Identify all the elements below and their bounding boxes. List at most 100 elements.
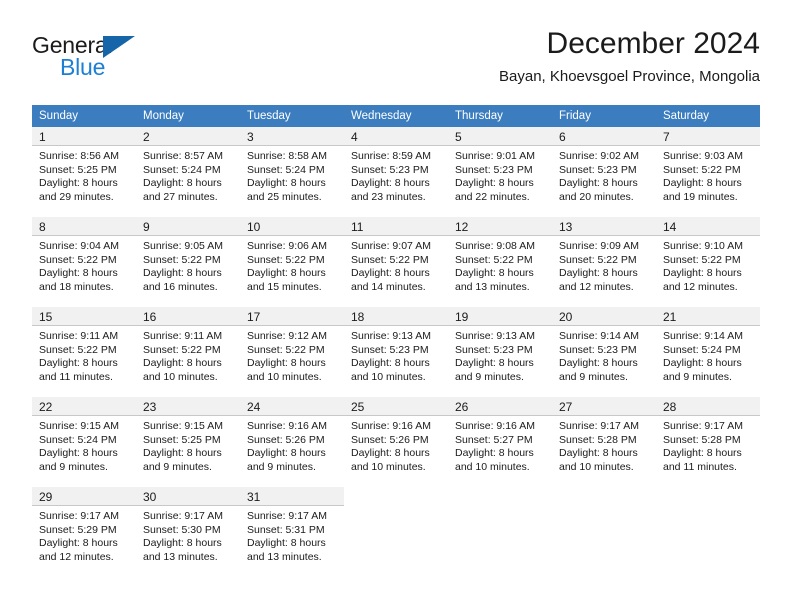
calendar-day-cell[interactable]: 23 Sunrise: 9:15 AM Sunset: 5:25 PM Dayligh…	[136, 397, 240, 487]
day-detail-line: and 16 minutes.	[143, 280, 218, 293]
day-detail-line: Sunrise: 9:17 AM	[247, 510, 327, 522]
day-detail-line: Sunrise: 9:16 AM	[455, 420, 535, 432]
day-detail-line: Sunset: 5:22 PM	[663, 163, 741, 176]
day-details: Sunrise: 9:17 AM Sunset: 5:31 PM Daylight:…	[240, 506, 344, 564]
calendar-day-cell[interactable]: 3 Sunrise: 8:58 AM Sunset: 5:24 PM Daylight…	[240, 127, 344, 217]
day-cell-inner: 13 Sunrise: 9:09 AM Sunset: 5:22 PM Dayligh…	[552, 217, 656, 307]
day-detail-line: Daylight: 8 hours	[559, 447, 638, 460]
day-detail-line: and 22 minutes.	[455, 190, 530, 203]
day-number: 11	[351, 220, 364, 234]
day-number: 15	[39, 310, 53, 324]
day-details: Sunrise: 9:09 AM Sunset: 5:22 PM Daylight:…	[552, 236, 656, 294]
day-detail-line: Daylight: 8 hours	[143, 177, 222, 190]
calendar-day-cell[interactable]: 9 Sunrise: 9:05 AM Sunset: 5:22 PM Daylight…	[136, 217, 240, 307]
day-detail-line: Daylight: 8 hours	[455, 177, 534, 190]
day-number: 28	[663, 400, 677, 414]
calendar-day-cell[interactable]: 31 Sunrise: 9:17 AM Sunset: 5:31 PM Dayligh…	[240, 487, 344, 577]
calendar-day-cell[interactable]: 10 Sunrise: 9:06 AM Sunset: 5:22 PM Dayligh…	[240, 217, 344, 307]
day-number: 1	[39, 130, 46, 144]
day-number-bar: 7	[656, 127, 760, 146]
calendar-day-cell[interactable]: 7 Sunrise: 9:03 AM Sunset: 5:22 PM Daylight…	[656, 127, 760, 217]
day-detail-line: Sunrise: 9:17 AM	[663, 420, 743, 432]
day-detail-line: Daylight: 8 hours	[663, 177, 742, 190]
day-detail-line: Daylight: 8 hours	[663, 357, 742, 370]
day-cell-inner: 29 Sunrise: 9:17 AM Sunset: 5:29 PM Dayligh…	[32, 487, 136, 577]
day-cell-inner: 7 Sunrise: 9:03 AM Sunset: 5:22 PM Daylight…	[656, 127, 760, 217]
day-details: Sunrise: 9:04 AM Sunset: 5:22 PM Daylight:…	[32, 236, 136, 294]
calendar-day-cell[interactable]: 20 Sunrise: 9:14 AM Sunset: 5:23 PM Dayligh…	[552, 307, 656, 397]
day-cell-inner	[448, 487, 552, 577]
calendar-day-cell[interactable]: 25 Sunrise: 9:16 AM Sunset: 5:26 PM Dayligh…	[344, 397, 448, 487]
day-number: 30	[143, 490, 157, 504]
day-detail-line: Sunrise: 9:05 AM	[143, 240, 223, 252]
day-detail-line: Sunset: 5:28 PM	[663, 433, 741, 446]
day-detail-line: Daylight: 8 hours	[143, 537, 222, 550]
calendar-day-cell[interactable]: 11 Sunrise: 9:07 AM Sunset: 5:22 PM Dayligh…	[344, 217, 448, 307]
day-detail-line: and 11 minutes.	[39, 370, 113, 383]
day-detail-line: Sunset: 5:24 PM	[247, 163, 325, 176]
calendar-day-cell[interactable]: 16 Sunrise: 9:11 AM Sunset: 5:22 PM Dayligh…	[136, 307, 240, 397]
day-detail-line: Sunset: 5:26 PM	[247, 433, 325, 446]
calendar-day-cell[interactable]: 17 Sunrise: 9:12 AM Sunset: 5:22 PM Dayligh…	[240, 307, 344, 397]
calendar-day-cell[interactable]: 19 Sunrise: 9:13 AM Sunset: 5:23 PM Dayligh…	[448, 307, 552, 397]
day-number-bar: 26	[448, 397, 552, 416]
day-details: Sunrise: 9:06 AM Sunset: 5:22 PM Daylight:…	[240, 236, 344, 294]
day-number-bar: 3	[240, 127, 344, 146]
calendar-day-cell[interactable]: 30 Sunrise: 9:17 AM Sunset: 5:30 PM Dayligh…	[136, 487, 240, 577]
day-detail-line: Sunrise: 9:15 AM	[143, 420, 223, 432]
day-detail-line: Sunset: 5:25 PM	[39, 163, 117, 176]
day-detail-line: Sunset: 5:22 PM	[143, 253, 221, 266]
calendar-day-cell[interactable]: 27 Sunrise: 9:17 AM Sunset: 5:28 PM Dayligh…	[552, 397, 656, 487]
day-cell-inner	[656, 487, 760, 577]
calendar-day-cell[interactable]: 28 Sunrise: 9:17 AM Sunset: 5:28 PM Dayligh…	[656, 397, 760, 487]
day-number: 24	[247, 400, 261, 414]
calendar-day-cell[interactable]: 5 Sunrise: 9:01 AM Sunset: 5:23 PM Daylight…	[448, 127, 552, 217]
day-cell-inner: 31 Sunrise: 9:17 AM Sunset: 5:31 PM Dayligh…	[240, 487, 344, 577]
calendar-day-cell[interactable]: 1 Sunrise: 8:56 AM Sunset: 5:25 PM Daylight…	[32, 127, 136, 217]
calendar-day-cell[interactable]: 13 Sunrise: 9:09 AM Sunset: 5:22 PM Dayligh…	[552, 217, 656, 307]
day-detail-line: Daylight: 8 hours	[143, 447, 222, 460]
calendar-week-row: 15 Sunrise: 9:11 AM Sunset: 5:22 PM Dayligh…	[32, 307, 760, 397]
day-detail-line: Daylight: 8 hours	[559, 357, 638, 370]
day-number-bar: 18	[344, 307, 448, 326]
day-details: Sunrise: 9:08 AM Sunset: 5:22 PM Daylight:…	[448, 236, 552, 294]
day-detail-line: Sunset: 5:30 PM	[143, 523, 221, 536]
day-detail-line: Sunrise: 9:17 AM	[559, 420, 639, 432]
general-blue-logo: General Blue	[32, 32, 212, 90]
day-details: Sunrise: 9:17 AM Sunset: 5:29 PM Daylight:…	[32, 506, 136, 564]
day-detail-line: Sunrise: 9:15 AM	[39, 420, 119, 432]
calendar-day-cell[interactable]: 4 Sunrise: 8:59 AM Sunset: 5:23 PM Daylight…	[344, 127, 448, 217]
day-number-bar: 17	[240, 307, 344, 326]
day-detail-line: Sunset: 5:29 PM	[39, 523, 117, 536]
day-detail-line: Sunset: 5:22 PM	[39, 343, 117, 356]
weekday-header-friday: Friday	[552, 105, 656, 127]
calendar-day-cell[interactable]: 18 Sunrise: 9:13 AM Sunset: 5:23 PM Dayligh…	[344, 307, 448, 397]
day-details: Sunrise: 9:17 AM Sunset: 5:30 PM Daylight:…	[136, 506, 240, 564]
calendar-day-cell[interactable]: 26 Sunrise: 9:16 AM Sunset: 5:27 PM Dayligh…	[448, 397, 552, 487]
weekday-header-tuesday: Tuesday	[240, 105, 344, 127]
calendar-day-cell[interactable]: 29 Sunrise: 9:17 AM Sunset: 5:29 PM Dayligh…	[32, 487, 136, 577]
calendar-day-cell[interactable]: 12 Sunrise: 9:08 AM Sunset: 5:22 PM Dayligh…	[448, 217, 552, 307]
calendar-day-cell[interactable]: 22 Sunrise: 9:15 AM Sunset: 5:24 PM Dayligh…	[32, 397, 136, 487]
day-number-bar: 8	[32, 217, 136, 236]
calendar-day-cell[interactable]: 6 Sunrise: 9:02 AM Sunset: 5:23 PM Daylight…	[552, 127, 656, 217]
day-number-bar: 13	[552, 217, 656, 236]
weekday-header-saturday: Saturday	[656, 105, 760, 127]
day-detail-line: Sunrise: 8:59 AM	[351, 150, 431, 162]
calendar-day-cell[interactable]: 24 Sunrise: 9:16 AM Sunset: 5:26 PM Dayligh…	[240, 397, 344, 487]
calendar-day-cell[interactable]: 2 Sunrise: 8:57 AM Sunset: 5:24 PM Daylight…	[136, 127, 240, 217]
calendar-day-cell[interactable]: 8 Sunrise: 9:04 AM Sunset: 5:22 PM Daylight…	[32, 217, 136, 307]
calendar-day-cell[interactable]: 15 Sunrise: 9:11 AM Sunset: 5:22 PM Dayligh…	[32, 307, 136, 397]
day-cell-inner: 6 Sunrise: 9:02 AM Sunset: 5:23 PM Daylight…	[552, 127, 656, 217]
day-detail-line: Sunrise: 9:12 AM	[247, 330, 327, 342]
calendar-day-cell[interactable]: 14 Sunrise: 9:10 AM Sunset: 5:22 PM Dayligh…	[656, 217, 760, 307]
day-cell-inner: 19 Sunrise: 9:13 AM Sunset: 5:23 PM Dayligh…	[448, 307, 552, 397]
day-detail-line: Sunset: 5:23 PM	[351, 163, 429, 176]
day-details: Sunrise: 9:16 AM Sunset: 5:26 PM Daylight:…	[240, 416, 344, 474]
calendar-empty-cell	[552, 487, 656, 577]
day-number-bar: 23	[136, 397, 240, 416]
calendar-day-cell[interactable]: 21 Sunrise: 9:14 AM Sunset: 5:24 PM Dayligh…	[656, 307, 760, 397]
day-number: 8	[39, 220, 46, 234]
day-detail-line: Sunset: 5:25 PM	[143, 433, 221, 446]
day-detail-line: Daylight: 8 hours	[351, 357, 430, 370]
